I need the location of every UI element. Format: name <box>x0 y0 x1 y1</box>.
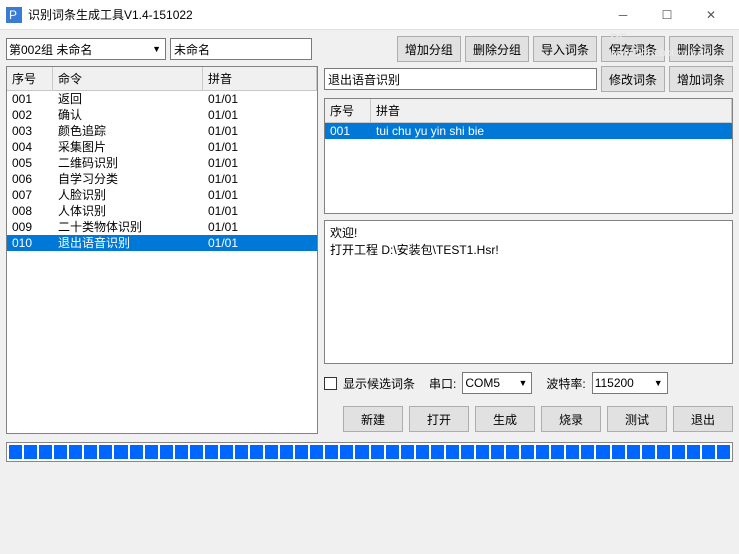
pinyin-table-header: 序号 拼音 <box>325 99 732 123</box>
progress-bar <box>6 442 733 462</box>
command-table-header: 序号 命令 拼音 <box>7 67 317 91</box>
minimize-button[interactable]: ─ <box>601 1 645 29</box>
window-title: 识别词条生成工具V1.4-151022 <box>28 6 601 23</box>
exit-button[interactable]: 退出 <box>673 406 733 432</box>
generate-button[interactable]: 生成 <box>475 406 535 432</box>
baud-rate-select[interactable]: 115200 ▼ <box>592 372 668 394</box>
bottom-button-row: 新建 打开 生成 烧录 测试 退出 <box>324 402 733 432</box>
table-row[interactable]: 009二十类物体识别01/01 <box>7 219 317 235</box>
title-bar: P 识别词条生成工具V1.4-151022 ─ ☐ ✕ <box>0 0 739 30</box>
table-row[interactable]: 001返回01/01 <box>7 91 317 107</box>
delete-entry-button[interactable]: 删除词条 <box>669 36 733 62</box>
serial-port-select[interactable]: COM5 ▼ <box>462 372 532 394</box>
table-row[interactable]: 010退出语音识别01/01 <box>7 235 317 251</box>
maximize-button[interactable]: ☐ <box>645 1 689 29</box>
group-select[interactable]: 第002组 未命名 ▼ <box>6 38 166 60</box>
new-button[interactable]: 新建 <box>343 406 403 432</box>
close-button[interactable]: ✕ <box>689 1 733 29</box>
table-row[interactable]: 002确认01/01 <box>7 107 317 123</box>
modify-entry-button[interactable]: 修改词条 <box>601 66 665 92</box>
serial-port-label: 串口: <box>429 375 456 392</box>
chevron-down-icon: ▼ <box>150 44 163 54</box>
open-button[interactable]: 打开 <box>409 406 469 432</box>
baud-rate-label: 波特率: <box>546 375 585 392</box>
pinyin-table[interactable]: 序号 拼音 001tui chu yu yin shi bie <box>324 98 733 214</box>
table-row[interactable]: 005二维码识别01/01 <box>7 155 317 171</box>
import-entry-button[interactable]: 导入词条 <box>533 36 597 62</box>
delete-group-button[interactable]: 删除分组 <box>465 36 529 62</box>
table-row[interactable]: 001tui chu yu yin shi bie <box>325 123 732 139</box>
entry-text-input[interactable]: 退出语音识别 <box>324 68 597 90</box>
show-candidates-label: 显示候选词条 <box>343 375 415 392</box>
app-icon: P <box>6 7 22 23</box>
command-table[interactable]: 序号 命令 拼音 001返回01/01002确认01/01003颜色追踪01/0… <box>6 66 318 434</box>
group-name-input[interactable]: 未命名 <box>170 38 312 60</box>
table-row[interactable]: 008人体识别01/01 <box>7 203 317 219</box>
log-panel: 欢迎! 打开工程 D:\安装包\TEST1.Hsr! <box>324 220 733 364</box>
burn-button[interactable]: 烧录 <box>541 406 601 432</box>
chevron-down-icon: ▼ <box>516 378 529 388</box>
svg-text:P: P <box>9 8 17 22</box>
top-toolbar: 第002组 未命名 ▼ 未命名 增加分组 删除分组 导入词条 保存词条 删除词条 <box>0 30 739 66</box>
chevron-down-icon: ▼ <box>652 378 665 388</box>
table-row[interactable]: 007人脸识别01/01 <box>7 187 317 203</box>
table-row[interactable]: 004采集图片01/01 <box>7 139 317 155</box>
test-button[interactable]: 测试 <box>607 406 667 432</box>
add-entry-button[interactable]: 增加词条 <box>669 66 733 92</box>
table-row[interactable]: 006自学习分类01/01 <box>7 171 317 187</box>
table-row[interactable]: 003颜色追踪01/01 <box>7 123 317 139</box>
add-group-button[interactable]: 增加分组 <box>397 36 461 62</box>
options-row: 显示候选词条 串口: COM5 ▼ 波特率: 115200 ▼ <box>324 370 733 396</box>
show-candidates-checkbox[interactable] <box>324 377 337 390</box>
save-entry-button[interactable]: 保存词条 <box>601 36 665 62</box>
